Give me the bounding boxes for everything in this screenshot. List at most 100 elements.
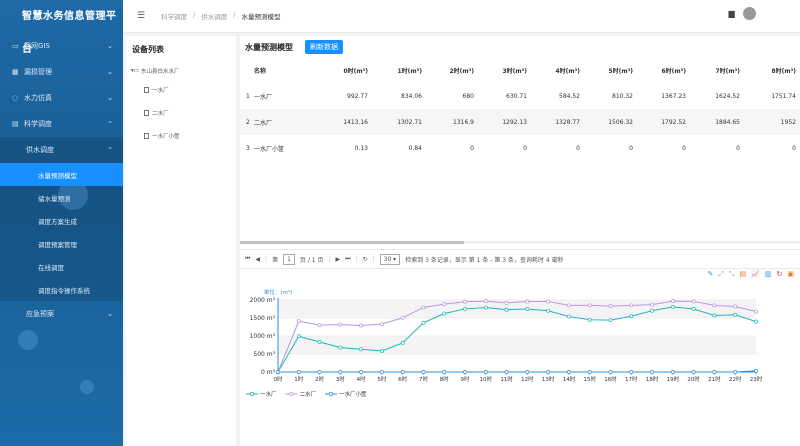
sidebar-item-label: 调度方案生成: [38, 217, 77, 226]
tree-leaf[interactable]: 一水厂小筐: [125, 124, 236, 147]
breadcrumb-item[interactable]: 科学调度: [161, 11, 187, 21]
save-image-icon[interactable]: ▣: [787, 270, 794, 279]
line-chart-icon[interactable]: 📈: [751, 270, 760, 279]
table-header-cell: 8时(m³): [771, 68, 796, 75]
table-cell: 0: [629, 144, 633, 152]
chart-toolbox: ✎ ⤢ ⤡ ▤ 📈 ▥ ↻ ▣: [707, 270, 794, 279]
table-cell: 0: [736, 144, 740, 152]
x-tick-label: 14时: [563, 375, 576, 383]
data-point: [754, 368, 758, 373]
data-view-icon[interactable]: ▤: [740, 270, 747, 279]
sidebar-item-storage-forecast[interactable]: 储水量预测: [0, 186, 123, 209]
sidebar-item-leak[interactable]: ▦ 漏损管理 ⌄: [0, 59, 123, 85]
data-point: [317, 323, 322, 328]
x-tick-label: 11时: [500, 375, 513, 383]
data-point: [567, 314, 571, 319]
series-line: [277, 370, 757, 373]
menu-toggle-icon[interactable]: ☰: [137, 11, 145, 21]
data-point: [525, 370, 530, 374]
page-size-select[interactable]: 30 ▾: [379, 253, 401, 265]
x-tick-label: 10时: [480, 375, 493, 383]
page-input[interactable]: 1: [283, 253, 295, 265]
forecast-chart: 0 m³ 500 m³ 1000 m³ 1500 m³ 2000 m³单位：(m³) 0时…: [246, 288, 763, 398]
horizontal-scrollbar[interactable]: [240, 241, 800, 244]
sidebar-item-forecast-model[interactable]: 水量预测模型: [0, 163, 123, 186]
x-tick-label: 17时: [625, 375, 638, 383]
data-point: [712, 370, 717, 374]
data-point: [650, 370, 655, 374]
x-tick-label: 22时: [729, 375, 742, 383]
table-header-cell: 3时(m³): [502, 68, 527, 75]
next-page-icon[interactable]: ▶: [336, 256, 341, 263]
legend-label: 二水厂: [300, 390, 317, 398]
row-index: 1: [246, 92, 250, 100]
sidebar-item-dispatch[interactable]: ▤ 科学调度 ⌃: [0, 111, 123, 137]
x-tick-label: 12时: [521, 375, 534, 383]
last-page-icon[interactable]: ⏭: [345, 255, 350, 263]
bulb-icon: ◌: [12, 94, 19, 102]
sidebar-item-plan-manage[interactable]: 调度预案管理: [0, 232, 123, 255]
data-point: [421, 370, 426, 374]
sidebar-item-label: 储水量预测: [38, 194, 71, 203]
table-cell: 0: [523, 144, 527, 152]
chevron-up-icon: ⌃: [107, 120, 113, 128]
edit-data-icon[interactable]: ✎: [707, 270, 713, 279]
tree-leaf[interactable]: 二水厂: [125, 101, 236, 124]
breadcrumb-item[interactable]: 供水调度: [201, 11, 227, 21]
table-cell: 一水厂: [254, 93, 273, 101]
breadcrumb-separator: /: [233, 11, 236, 19]
sidebar-item-water-supply[interactable]: 供水调度 ⌃: [0, 137, 123, 163]
sidebar-item-gis[interactable]: ▭ 管网GIS ⌄: [0, 33, 123, 59]
device-list-panel: 设备列表 ▾▭ 东山县白水水厂 一水厂 二水厂 一水厂小筐: [125, 36, 236, 446]
tree-root[interactable]: ▾▭ 东山县白水水厂: [125, 64, 236, 78]
sidebar-item-emergency[interactable]: 应急预案 ⌄: [0, 301, 123, 327]
table-cell: 1624.52: [715, 92, 740, 100]
sidebar-item-command-system[interactable]: 调度指令操作系统: [0, 278, 123, 301]
pager-separator: |: [355, 255, 358, 263]
avatar[interactable]: [743, 7, 756, 20]
data-point: [338, 345, 343, 350]
zoom-reset-icon[interactable]: ⤡: [729, 270, 735, 279]
breadcrumb: 科学调度 / 供水调度 / 水量预测模型: [161, 11, 280, 21]
table-cell: 0: [470, 144, 474, 152]
prev-page-icon[interactable]: ◀: [255, 256, 260, 263]
sidebar-item-label: 科学调度: [24, 120, 52, 128]
table-cell: 1751.74: [771, 92, 796, 100]
table-header-cell: 4时(m³): [555, 68, 580, 75]
table-header-cell: 5时(m³): [608, 68, 633, 75]
refresh-icon[interactable]: ↻: [363, 256, 368, 263]
pager-separator: |: [265, 255, 268, 263]
data-point: [691, 370, 696, 374]
data-point: [546, 299, 551, 304]
data-point: [379, 349, 384, 353]
tree-leaf[interactable]: 一水厂: [125, 78, 236, 101]
data-point: [608, 304, 613, 309]
pager-separator: |: [328, 255, 331, 263]
sidebar-item-label: 水力仿真: [24, 94, 52, 102]
data-point: [525, 299, 530, 304]
table-cell: 584.52: [559, 92, 580, 100]
sidebar-item-online-dispatch[interactable]: 在线调度: [0, 255, 123, 278]
table-row[interactable]: 2 二水厂 1413.16 1302.71 1316.9 1292.13 132…: [240, 109, 800, 135]
table-header-cell: 名称: [254, 68, 267, 75]
zoom-icon[interactable]: ⤢: [718, 270, 724, 279]
bar-chart-icon[interactable]: ▥: [765, 270, 772, 279]
data-point: [359, 347, 364, 352]
table-row[interactable]: 1 一水厂 992.77 834.06 680 630.71 584.52 81…: [240, 83, 800, 109]
scrollbar-thumb[interactable]: [240, 241, 464, 244]
sidebar-item-plan-generate[interactable]: 调度方案生成: [0, 209, 123, 232]
row-index: 3: [246, 144, 250, 152]
x-tick-label: 16时: [604, 375, 617, 383]
first-page-icon[interactable]: ⏮: [245, 255, 250, 263]
table-cell: 1952: [744, 109, 800, 135]
data-point: [587, 317, 592, 322]
table-row[interactable]: 3 一水厂小筐 0.13 0.84 0 0 0 0 0 0 0: [240, 135, 800, 161]
refresh-button[interactable]: 刷新数据: [305, 40, 343, 54]
sidebar-item-hydraulic[interactable]: ◌ 水力仿真 ⌄: [0, 85, 123, 111]
table-header-cell: 1时(m³): [397, 68, 422, 75]
table-cell: 630.71: [506, 92, 527, 100]
restore-icon[interactable]: ↻: [777, 270, 783, 279]
forecast-table: 名称 0时(m³) 1时(m³) 2时(m³) 3时(m³) 4时(m³) 5时…: [240, 58, 800, 161]
table-cell: 834.06: [401, 92, 422, 100]
message-icon[interactable]: ▆: [729, 9, 735, 19]
